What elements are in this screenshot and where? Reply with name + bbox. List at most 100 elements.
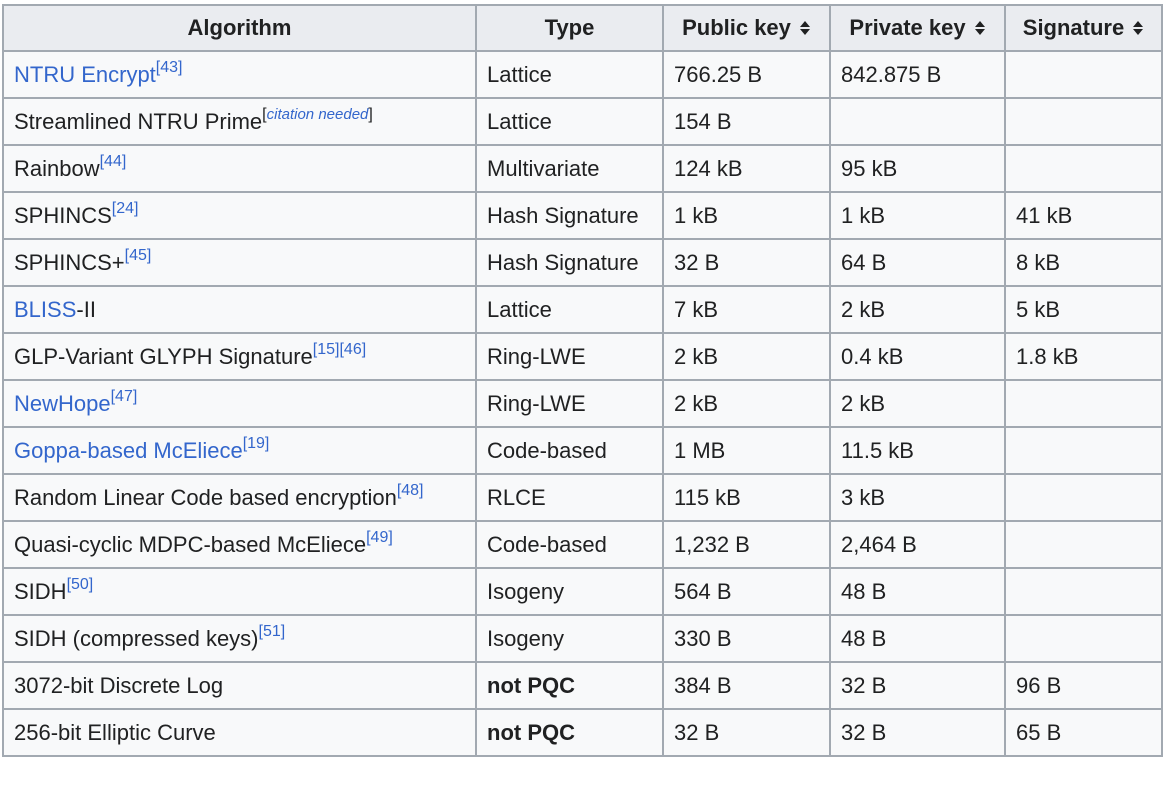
public-key-cell: 1 kB — [662, 191, 831, 240]
table-row: SIDH (compressed keys)[51] Isogeny 330 B… — [2, 614, 1163, 663]
public-key-cell: 115 kB — [662, 473, 831, 522]
public-key-cell: 2 kB — [662, 332, 831, 381]
public-key-cell: 1 MB — [662, 426, 831, 475]
algorithm-link[interactable]: BLISS — [14, 297, 76, 322]
table-row: Rainbow[44] Multivariate 124 kB 95 kB — [2, 144, 1163, 193]
algorithm-cell: Streamlined NTRU Prime[citation needed] — [2, 97, 477, 146]
private-key-cell: 3 kB — [829, 473, 1006, 522]
type-cell: Lattice — [475, 97, 664, 146]
sort-updown-icon[interactable] — [799, 20, 811, 36]
private-key-cell: 2,464 B — [829, 520, 1006, 569]
citation-needed-link[interactable]: citation needed — [267, 106, 369, 123]
type-cell: RLCE — [475, 473, 664, 522]
header-algorithm: Algorithm — [2, 4, 477, 52]
public-key-cell: 154 B — [662, 97, 831, 146]
type-cell: Lattice — [475, 50, 664, 99]
reference-link[interactable]: [43] — [156, 59, 183, 76]
type-cell: Hash Signature — [475, 191, 664, 240]
public-key-cell: 384 B — [662, 661, 831, 710]
algorithm-cell: Quasi-cyclic MDPC-based McEliece[49] — [2, 520, 477, 569]
private-key-cell: 2 kB — [829, 285, 1006, 334]
public-key-cell: 7 kB — [662, 285, 831, 334]
private-key-cell: 1 kB — [829, 191, 1006, 240]
reference-link[interactable]: [50] — [67, 576, 94, 593]
signature-cell — [1004, 473, 1163, 522]
reference-link[interactable]: [19] — [243, 435, 270, 452]
table-row: NTRU Encrypt[43] Lattice 766.25 B 842.87… — [2, 50, 1163, 99]
algorithm-cell: NewHope[47] — [2, 379, 477, 428]
algorithm-cell: SPHINCS[24] — [2, 191, 477, 240]
signature-cell: 8 kB — [1004, 238, 1163, 287]
algorithm-cell: SIDH (compressed keys)[51] — [2, 614, 477, 663]
algorithm-cell: BLISS-II — [2, 285, 477, 334]
signature-cell: 1.8 kB — [1004, 332, 1163, 381]
private-key-cell: 0.4 kB — [829, 332, 1006, 381]
algorithm-cell: SPHINCS+[45] — [2, 238, 477, 287]
signature-cell — [1004, 567, 1163, 616]
algorithm-cell: SIDH[50] — [2, 567, 477, 616]
private-key-cell: 2 kB — [829, 379, 1006, 428]
header-signature[interactable]: Signature — [1004, 4, 1163, 52]
pqc-comparison-table: Algorithm Type Public key Private key Si… — [2, 4, 1163, 757]
public-key-cell: 330 B — [662, 614, 831, 663]
private-key-cell: 32 B — [829, 708, 1006, 757]
table-row: Goppa-based McEliece[19] Code-based 1 MB… — [2, 426, 1163, 475]
type-cell: Code-based — [475, 426, 664, 475]
table-row: SPHINCS[24] Hash Signature 1 kB 1 kB 41 … — [2, 191, 1163, 240]
table-row: SPHINCS+[45] Hash Signature 32 B 64 B 8 … — [2, 238, 1163, 287]
algorithm-link[interactable]: Goppa-based McEliece — [14, 438, 243, 463]
table-row: Streamlined NTRU Prime[citation needed] … — [2, 97, 1163, 146]
header-type: Type — [475, 4, 664, 52]
reference-link[interactable]: [15][46] — [313, 341, 366, 358]
signature-cell: 5 kB — [1004, 285, 1163, 334]
reference-link[interactable]: [51] — [259, 623, 286, 640]
table-row: 3072-bit Discrete Log not PQC 384 B 32 B… — [2, 661, 1163, 710]
type-cell: Ring-LWE — [475, 379, 664, 428]
algorithm-cell: Random Linear Code based encryption[48] — [2, 473, 477, 522]
table-row: 256-bit Elliptic Curve not PQC 32 B 32 B… — [2, 708, 1163, 757]
private-key-cell: 48 B — [829, 614, 1006, 663]
sort-updown-icon[interactable] — [1132, 20, 1144, 36]
signature-cell: 41 kB — [1004, 191, 1163, 240]
private-key-cell: 95 kB — [829, 144, 1006, 193]
signature-cell: 65 B — [1004, 708, 1163, 757]
reference-link[interactable]: [47] — [111, 388, 138, 405]
algorithm-link[interactable]: NTRU Encrypt — [14, 62, 156, 87]
type-cell: Code-based — [475, 520, 664, 569]
public-key-cell: 1,232 B — [662, 520, 831, 569]
type-cell: Isogeny — [475, 614, 664, 663]
signature-cell — [1004, 520, 1163, 569]
private-key-cell: 11.5 kB — [829, 426, 1006, 475]
table-row: Quasi-cyclic MDPC-based McEliece[49] Cod… — [2, 520, 1163, 569]
signature-cell — [1004, 426, 1163, 475]
signature-cell — [1004, 97, 1163, 146]
algorithm-cell: 3072-bit Discrete Log — [2, 661, 477, 710]
reference-link[interactable]: [44] — [100, 153, 127, 170]
type-cell: Hash Signature — [475, 238, 664, 287]
header-row: Algorithm Type Public key Private key Si… — [2, 4, 1163, 52]
header-public-key[interactable]: Public key — [662, 4, 831, 52]
algorithm-cell: Rainbow[44] — [2, 144, 477, 193]
signature-cell — [1004, 614, 1163, 663]
reference-link[interactable]: [49] — [366, 529, 393, 546]
public-key-cell: 124 kB — [662, 144, 831, 193]
header-private-key[interactable]: Private key — [829, 4, 1006, 52]
private-key-cell: 32 B — [829, 661, 1006, 710]
private-key-cell: 64 B — [829, 238, 1006, 287]
reference-link[interactable]: [45] — [125, 247, 152, 264]
signature-cell: 96 B — [1004, 661, 1163, 710]
public-key-cell: 766.25 B — [662, 50, 831, 99]
algorithm-cell: NTRU Encrypt[43] — [2, 50, 477, 99]
table-row: Random Linear Code based encryption[48] … — [2, 473, 1163, 522]
signature-cell — [1004, 144, 1163, 193]
private-key-cell — [829, 97, 1006, 146]
reference-link[interactable]: [24] — [112, 200, 139, 217]
table-row: SIDH[50] Isogeny 564 B 48 B — [2, 567, 1163, 616]
algorithm-link[interactable]: NewHope — [14, 391, 111, 416]
algorithm-cell: 256-bit Elliptic Curve — [2, 708, 477, 757]
reference-link[interactable]: [48] — [397, 482, 424, 499]
sort-updown-icon[interactable] — [974, 20, 986, 36]
public-key-cell: 32 B — [662, 708, 831, 757]
public-key-cell: 32 B — [662, 238, 831, 287]
private-key-cell: 48 B — [829, 567, 1006, 616]
